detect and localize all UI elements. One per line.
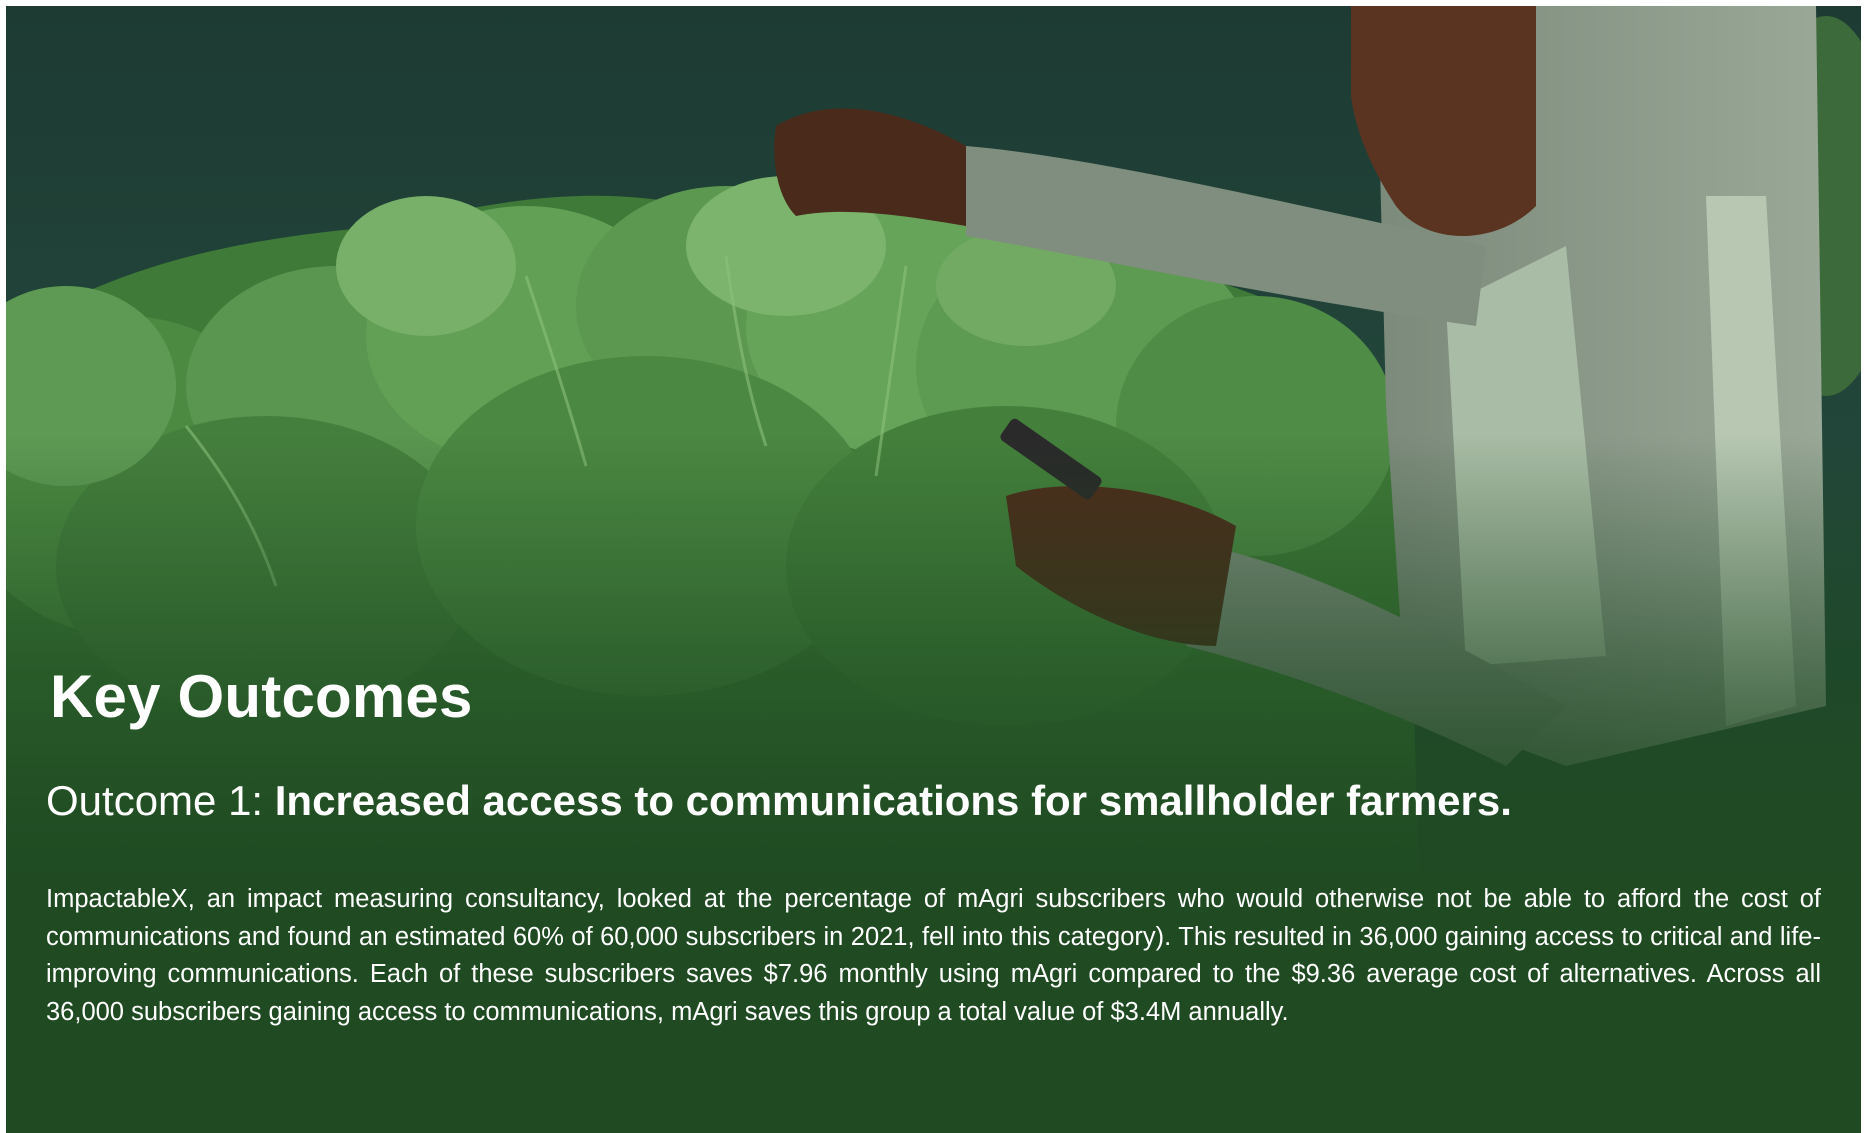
key-outcomes-section: Key Outcomes Outcome 1: Increased access…: [46, 661, 1821, 1031]
outcome-description: ImpactableX, an impact measuring consult…: [46, 885, 1821, 1026]
section-heading: Key Outcomes: [50, 663, 473, 730]
outcome-label: Outcome 1:: [46, 777, 275, 824]
report-page: Key Outcomes Outcome 1: Increased access…: [6, 6, 1861, 1133]
outcome-title: Increased access to communications for s…: [274, 777, 1512, 824]
outcome-headline: Outcome 1: Increased access to communica…: [46, 775, 1821, 827]
